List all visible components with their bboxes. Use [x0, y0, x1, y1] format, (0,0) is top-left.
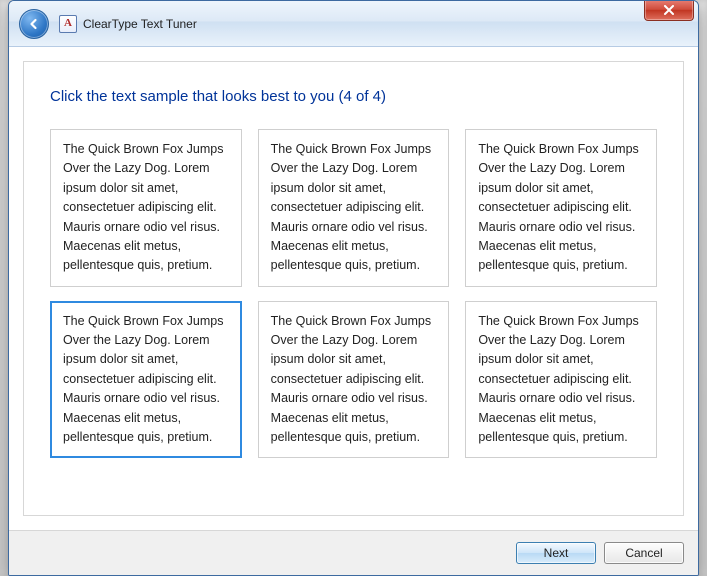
app-icon-letter: A: [64, 18, 72, 29]
back-arrow-icon: [27, 17, 41, 31]
app-icon: A: [59, 15, 77, 33]
cancel-button[interactable]: Cancel: [604, 542, 684, 564]
close-button[interactable]: [644, 0, 694, 21]
footer: Next Cancel: [9, 530, 698, 575]
titlebar: A ClearType Text Tuner: [9, 1, 698, 47]
back-button[interactable]: [19, 9, 49, 39]
text-sample-2[interactable]: The Quick Brown Fox Jumps Over the Lazy …: [258, 129, 450, 287]
content-wrap: Click the text sample that looks best to…: [9, 47, 698, 530]
next-button[interactable]: Next: [516, 542, 596, 564]
text-sample-1[interactable]: The Quick Brown Fox Jumps Over the Lazy …: [50, 129, 242, 287]
page-heading: Click the text sample that looks best to…: [50, 88, 657, 105]
close-icon: [663, 5, 675, 15]
window-title: ClearType Text Tuner: [83, 17, 197, 31]
cleartype-tuner-window: A ClearType Text Tuner Click the text sa…: [8, 0, 699, 576]
text-sample-5[interactable]: The Quick Brown Fox Jumps Over the Lazy …: [258, 301, 450, 459]
text-sample-4[interactable]: The Quick Brown Fox Jumps Over the Lazy …: [50, 301, 242, 459]
content-panel: Click the text sample that looks best to…: [23, 61, 684, 516]
sample-grid: The Quick Brown Fox Jumps Over the Lazy …: [50, 129, 657, 458]
text-sample-3[interactable]: The Quick Brown Fox Jumps Over the Lazy …: [465, 129, 657, 287]
text-sample-6[interactable]: The Quick Brown Fox Jumps Over the Lazy …: [465, 301, 657, 459]
